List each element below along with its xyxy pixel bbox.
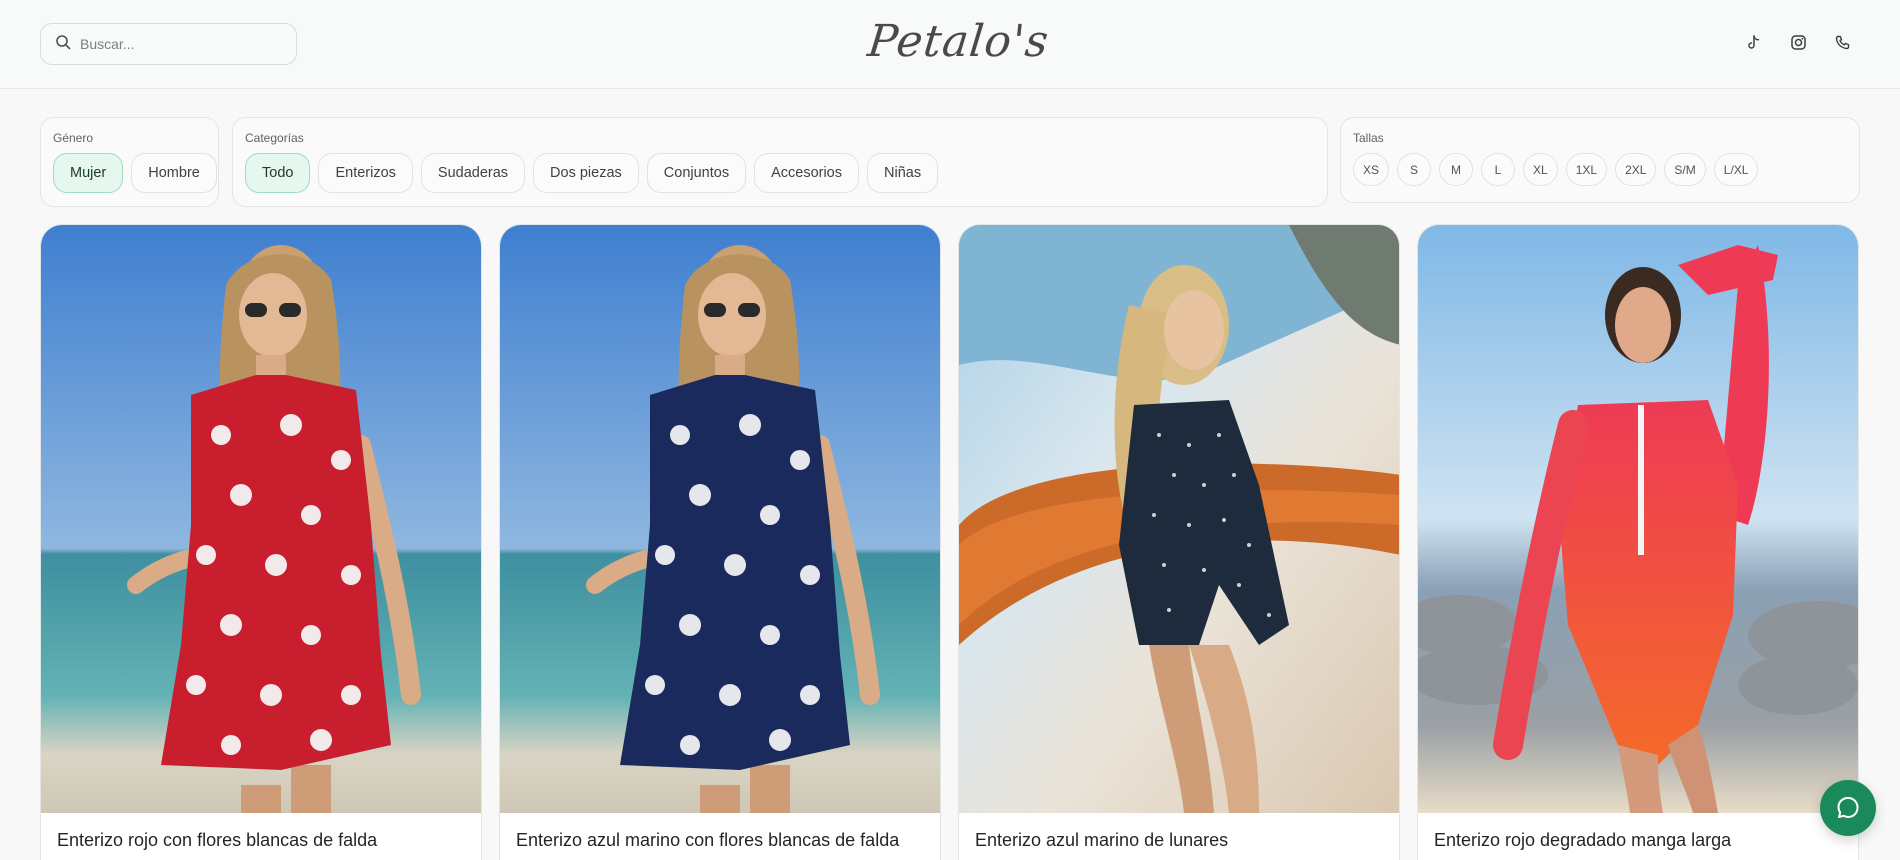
gender-filter-title: Género [53, 131, 94, 145]
size-chip-m[interactable]: M [1439, 153, 1474, 186]
size-chip-xl[interactable]: XL [1523, 153, 1558, 186]
logo-text: Petalo's [865, 15, 1052, 67]
size-chip-s[interactable]: S [1397, 153, 1432, 186]
product-title[interactable]: Enterizo rojo degradado manga larga [1434, 830, 1731, 851]
product-photo[interactable] [1418, 225, 1858, 813]
size-filter-title: Tallas [1353, 131, 1384, 145]
search-box[interactable] [40, 23, 297, 65]
size-chip-xs[interactable]: XS [1353, 153, 1390, 186]
category-chip-accesorios[interactable]: Accesorios [754, 153, 859, 193]
category-chip-sudaderas[interactable]: Sudaderas [420, 153, 526, 193]
category-chip-conjuntos[interactable]: Conjuntos [646, 153, 747, 193]
product-photo[interactable] [41, 225, 481, 813]
product-card[interactable]: Enterizo rojo con flores blancas de fald… [40, 224, 482, 860]
category-chip-enterizos[interactable]: Enterizos [318, 153, 413, 193]
size-chip-l[interactable]: L [1481, 153, 1516, 186]
product-photo[interactable] [959, 225, 1399, 813]
product-title[interactable]: Enterizo rojo con flores blancas de fald… [57, 830, 377, 851]
category-chip-todo[interactable]: Todo [245, 153, 311, 193]
product-card[interactable]: Enterizo azul marino de lunares [958, 224, 1400, 860]
category-chip-ninas[interactable]: Niñas [867, 153, 939, 193]
category-filter-panel: Categorías Todo Enterizos Sudaderas Dos … [232, 117, 1328, 207]
search-input[interactable] [80, 36, 280, 52]
size-filter-panel: Tallas XS S M L XL 1XL 2XL S/M L/XL [1340, 117, 1860, 203]
chat-bubble-icon [1837, 797, 1859, 818]
product-card[interactable]: Enterizo rojo degradado manga larga [1417, 224, 1859, 860]
product-title[interactable]: Enterizo azul marino con flores blancas … [516, 830, 899, 851]
category-chip-dos-piezas[interactable]: Dos piezas [533, 153, 639, 193]
product-title[interactable]: Enterizo azul marino de lunares [975, 830, 1228, 851]
product-photo[interactable] [500, 225, 940, 813]
product-card[interactable]: Enterizo azul marino con flores blancas … [499, 224, 941, 860]
gender-chip-mujer[interactable]: Mujer [53, 153, 124, 193]
size-chip-s-m[interactable]: S/M [1664, 153, 1706, 186]
instagram-icon[interactable] [1786, 30, 1810, 54]
size-chip-2xl[interactable]: 2XL [1615, 153, 1657, 186]
search-icon [55, 34, 80, 55]
tiktok-icon[interactable] [1741, 30, 1765, 54]
gender-chip-hombre[interactable]: Hombre [131, 153, 217, 193]
brand-logo[interactable]: Petalo's [865, 10, 1051, 72]
size-chip-l-xl[interactable]: L/XL [1713, 153, 1759, 186]
phone-icon[interactable] [1830, 30, 1854, 54]
gender-filter-panel: Género Mujer Hombre [40, 117, 219, 207]
site-header: Petalo's [0, 0, 1900, 89]
size-chip-1xl[interactable]: 1XL [1565, 153, 1608, 186]
category-filter-title: Categorías [245, 131, 304, 145]
chat-button[interactable] [1820, 780, 1876, 836]
